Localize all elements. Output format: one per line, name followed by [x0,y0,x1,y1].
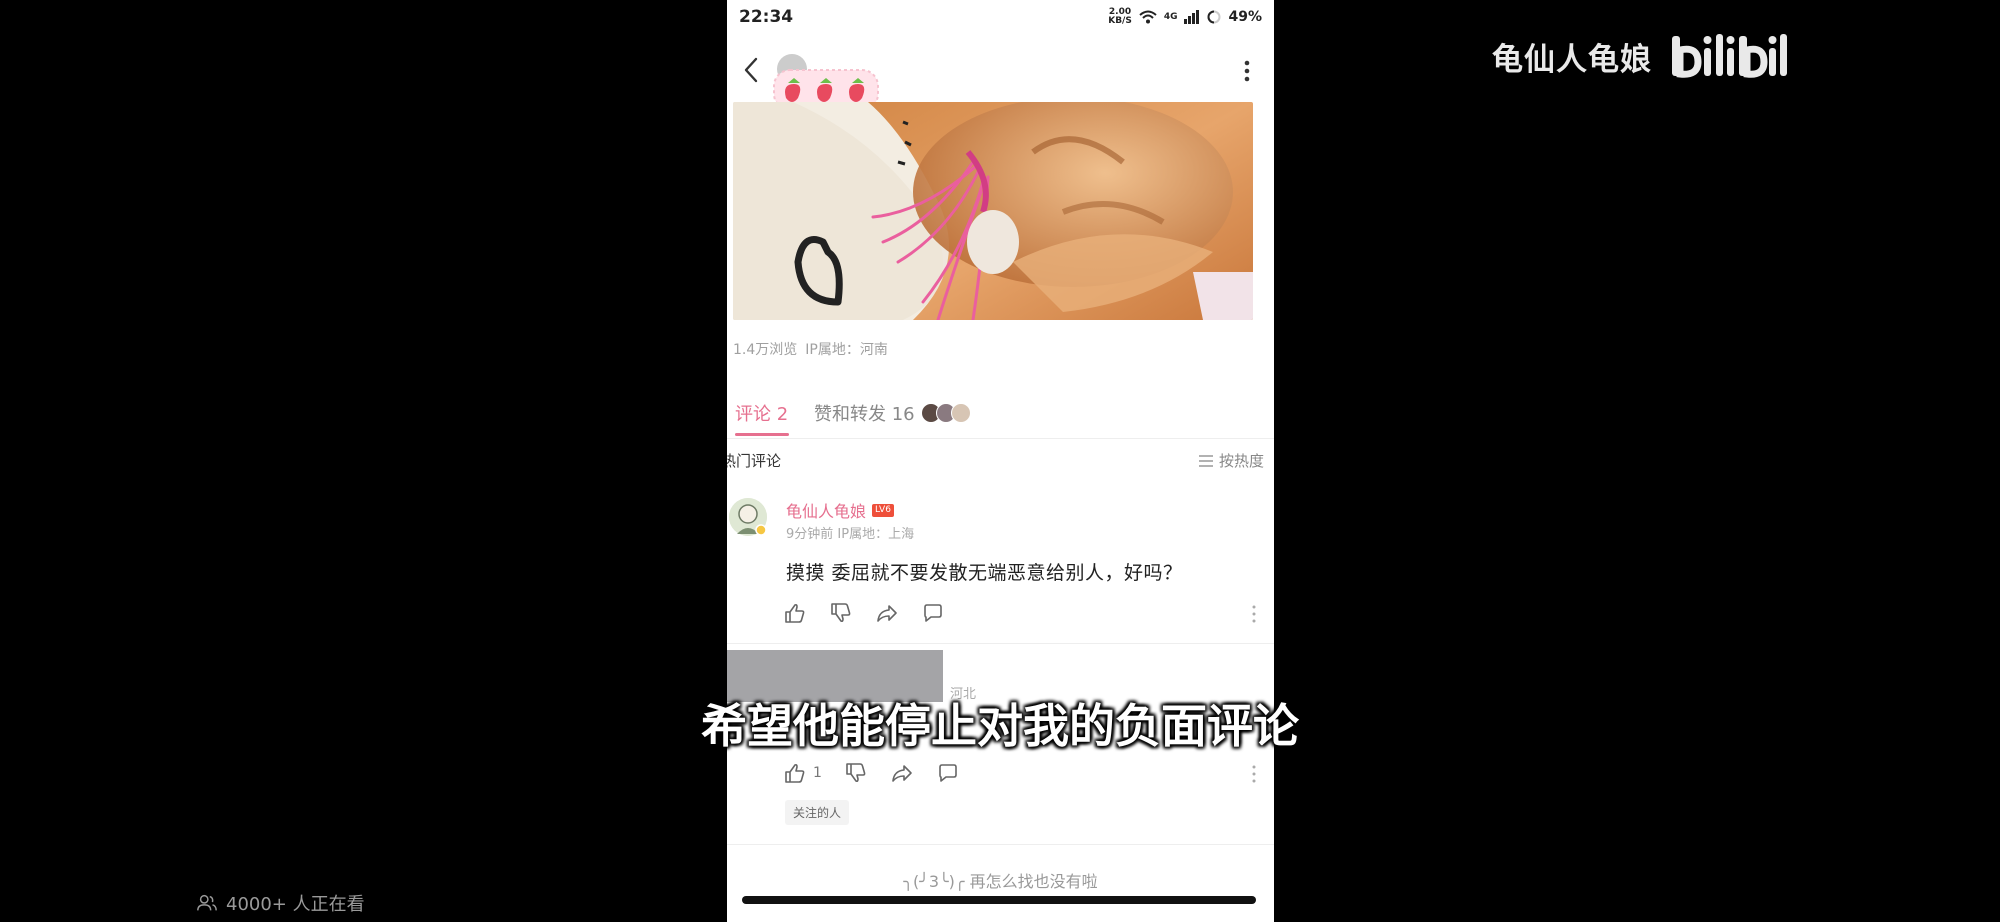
cellular-label: 4G [1163,12,1178,22]
share-button[interactable] [875,602,899,624]
hot-comments-title: 热门评论 [727,452,782,470]
bilibili-logo-icon [1672,34,1787,78]
comment-actions: 1 [783,762,960,784]
comment-actions [783,602,945,624]
reply-button[interactable] [921,602,945,624]
level-badge: LV6 [872,503,894,517]
network-speed: 2.00 KB/S [1108,7,1132,26]
comment-bubble-icon [939,764,957,782]
thumbs-up-icon [785,763,805,783]
tab-likes-label: 赞和转发 16 [814,404,915,425]
status-icons: 2.00 KB/S 4G 49% [1108,8,1262,26]
dislike-button[interactable] [844,762,868,784]
like-button[interactable]: 1 [783,762,822,784]
commenter-avatar[interactable] [729,498,767,536]
post-tabs: 评论 2 赞和转发 16 [727,392,1274,439]
active-tab-indicator [735,433,789,436]
view-count: 1.4万浏览 [733,342,798,358]
share-arrow-icon [877,605,897,622]
tab-comments[interactable]: 评论 2 [735,400,788,426]
thumbs-down-icon [846,763,866,783]
video-subtitle: 希望他能停止对我的负面评论 [701,699,1299,753]
liker-avatar [950,403,971,423]
tab-likes-reposts[interactable]: 赞和转发 16 [814,400,971,426]
avatar-illustration [729,498,767,536]
dislike-button[interactable] [829,602,853,624]
comment-bubble-icon [924,604,942,622]
ip-location: IP属地：河南 [805,342,888,358]
video-frame: 龟仙人龟娘 4000+ 人正在看 22:34 2.00 KB/S 4G 49% … [0,0,2000,922]
post-image[interactable] [733,102,1253,320]
battery-icon [1207,10,1221,24]
wifi-icon [1139,10,1157,24]
reply-button[interactable] [936,762,960,784]
status-time: 22:34 [739,7,794,27]
comment-text: 摸摸 委屈就不要发散无端恶意给别人，好吗？ [786,562,1183,584]
home-indicator[interactable] [742,896,1256,904]
share-button[interactable] [890,762,914,784]
comment-meta: 9分钟前 IP属地：上海 [786,527,915,542]
share-arrow-icon [892,765,912,782]
comment-more-icon[interactable] [1251,604,1257,624]
liker-avatars [920,403,971,423]
people-icon [197,894,217,911]
sort-label: 按热度 [1218,452,1264,470]
comment-divider [727,844,1274,845]
live-viewer-count: 4000+ 人正在看 [196,890,365,916]
phone-screen: 22:34 2.00 KB/S 4G 49% 1.4万浏览 IP属地：河南 评论… [727,0,1274,922]
comment-more-icon[interactable] [1251,764,1257,784]
status-bar: 22:34 2.00 KB/S 4G 49% [727,0,1274,34]
viewer-count-text: 4000+ 人正在看 [226,894,365,915]
thumbs-down-icon [831,603,851,623]
back-arrow-icon[interactable] [739,55,763,85]
sort-by-hot-button[interactable]: 按热度 [1197,450,1264,471]
post-meta: 1.4万浏览 IP属地：河南 [733,339,888,359]
like-count: 1 [813,765,822,781]
like-button[interactable] [783,602,807,624]
following-tag: 关注的人 [785,800,850,825]
commenter-username[interactable]: 龟仙人龟娘 LV6 [786,498,894,522]
top-navigation-bar [727,44,1274,111]
signal-icon [1184,10,1200,24]
cat-photo [733,102,1253,320]
battery-percent: 49% [1228,9,1262,25]
thumbs-up-icon [785,603,805,623]
hot-comments-header: 热门评论 按热度 [727,450,1274,474]
more-options-icon[interactable] [1235,56,1259,86]
comment-divider [727,643,1274,644]
channel-watermark: 龟仙人龟娘 [1492,28,1792,84]
watermark-channel-name: 龟仙人龟娘 [1492,41,1652,78]
end-of-comments-tip: ╮(╯3╰)╭ 再怎么找也没有啦 [903,872,1098,891]
list-sort-icon [1198,454,1213,467]
